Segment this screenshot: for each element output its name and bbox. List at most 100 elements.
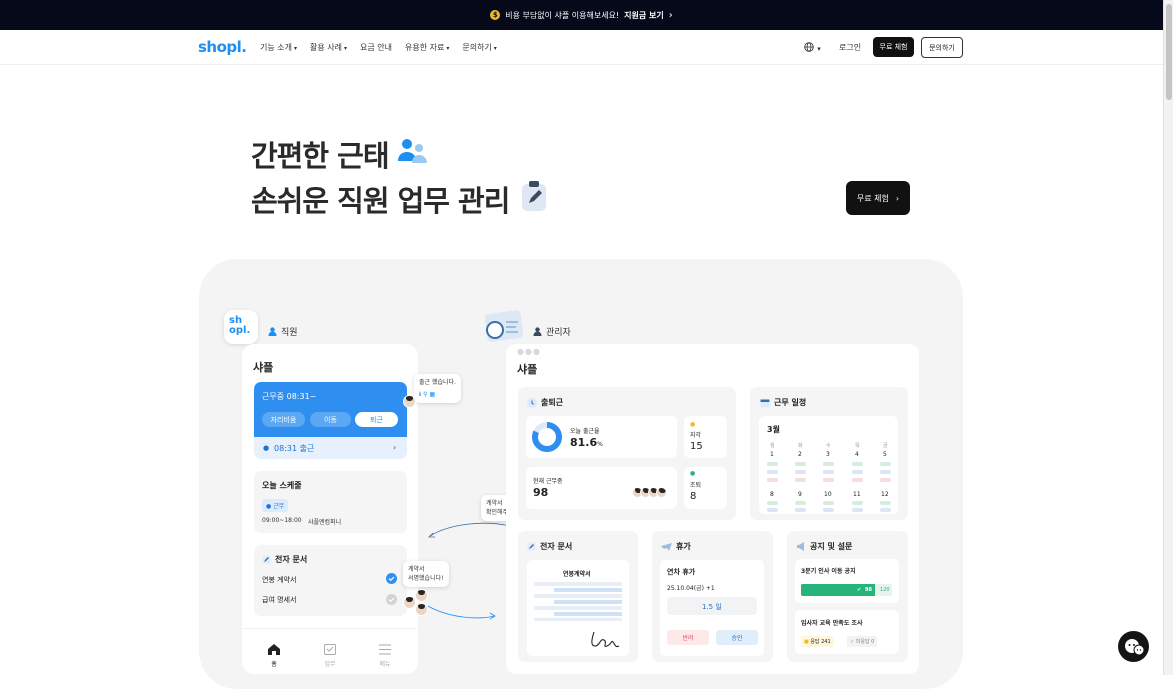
checklist-icon — [324, 644, 336, 655]
nav-item-contact[interactable]: 문의하기 ▾ — [462, 42, 496, 53]
weekday: 금 — [883, 443, 888, 449]
calendar-day[interactable]: 11 — [853, 491, 861, 498]
survey-title: 임사자 교육 만족도 조사 — [801, 620, 863, 627]
notice-title: 공지 및 설문 — [810, 542, 853, 551]
shift-bar — [852, 508, 863, 512]
approve-button[interactable]: 승인 — [716, 630, 758, 645]
survey-item — [795, 610, 899, 654]
check-circle-icon — [386, 594, 397, 605]
navbar — [0, 30, 1163, 65]
doc-item-payslip[interactable]: 급여 명세서 — [262, 595, 296, 605]
tab-work-label: 업무 — [324, 661, 336, 668]
caret-down-icon: ▾ — [446, 45, 450, 52]
early-count: 8 — [690, 491, 697, 502]
hero-trial-label: 무료 체험 — [856, 193, 889, 203]
nav-item-label: 기능 소개 — [260, 43, 292, 52]
signature-icon — [591, 631, 620, 648]
calendar-day[interactable]: 8 — [770, 491, 774, 498]
response-icon: ■ — [804, 639, 809, 645]
doc-item-contract[interactable]: 연봉 계약서 — [262, 575, 296, 585]
promo-link[interactable]: 지원금 보기 — [624, 10, 664, 21]
shift-bar — [880, 508, 891, 512]
nav-item-cases[interactable]: 활용 사례 ▾ — [310, 42, 347, 53]
login-link[interactable]: 로그인 — [839, 42, 861, 53]
chat-bubble-icon — [1124, 638, 1144, 655]
weekday: 수 — [826, 443, 831, 449]
undone-badge: ✓ 미응답 0 — [847, 636, 878, 647]
language-selector[interactable]: ▾ — [804, 42, 821, 54]
move-button[interactable]: 이동 — [310, 412, 351, 427]
bubble-text: 출근 했습니다. — [419, 379, 456, 386]
caret-down-icon: ▾ — [343, 45, 347, 52]
nav-item-label: 요금 안내 — [360, 43, 392, 52]
checkin-time: 08:31 출근 — [274, 444, 315, 453]
avatar — [403, 395, 416, 408]
shift-bar — [852, 462, 863, 466]
away-button[interactable]: 자리비움 — [262, 412, 305, 427]
shift-bar — [852, 478, 863, 482]
document-pen-icon — [527, 542, 536, 551]
shift-bar — [795, 462, 806, 466]
check-circle-icon — [386, 573, 397, 584]
scrollbar[interactable] — [1163, 0, 1173, 675]
chevron-right-icon: › — [668, 9, 673, 21]
globe-icon — [804, 42, 814, 52]
total-count: 120 — [880, 587, 890, 593]
caret-down-icon: ▾ — [293, 45, 297, 52]
bubble-icons: ℹ ⚲ ▦ — [419, 391, 436, 398]
calendar-day[interactable]: 12 — [881, 491, 889, 498]
response-badge: ■ 응답 241 — [801, 636, 834, 647]
avatar — [403, 596, 416, 609]
early-label: 조퇴 — [690, 482, 702, 489]
hero-trial-button[interactable]: 무료 체험 › — [846, 181, 910, 215]
tab-home[interactable]: 홈 — [268, 640, 280, 668]
employee-app-title: 샤플 — [253, 361, 274, 374]
calendar-day[interactable]: 9 — [798, 491, 802, 498]
caret-down-icon: ▾ — [493, 45, 497, 52]
schedule-title-row: 근무 일정 — [760, 397, 806, 408]
avatar — [656, 487, 667, 498]
document-pen-icon — [262, 555, 271, 564]
logo[interactable]: shopl. — [198, 38, 247, 56]
promo-banner[interactable]: $ 비용 부담없이 샤플 이용해보세요! 지원금 보기 › — [0, 0, 1163, 30]
shift-bar — [823, 470, 834, 474]
scrollbar-thumb[interactable] — [1166, 4, 1172, 100]
window-dots: ●●● — [517, 347, 541, 356]
nav-item-pricing[interactable]: 요금 안내 — [360, 42, 392, 53]
trial-button[interactable]: 무료 체험 — [873, 37, 914, 57]
checkin-bubble: 출근 했습니다. ℹ ⚲ ▦ — [414, 374, 461, 403]
nav-item-label: 유용한 자료 — [404, 43, 445, 52]
chat-button[interactable] — [1118, 631, 1149, 662]
nav-item-features[interactable]: 기능 소개 ▾ — [260, 42, 297, 53]
nav-item-resources[interactable]: 유용한 자료 ▾ — [405, 42, 449, 53]
calendar-day[interactable]: 4 — [855, 451, 859, 458]
calendar-month: 3월 — [767, 425, 780, 434]
edoc-title: 전자 문서 — [275, 555, 308, 564]
shift-bar — [767, 501, 778, 505]
calendar-day[interactable]: 2 — [798, 451, 802, 458]
calendar-day[interactable]: 10 — [824, 491, 832, 498]
inquiry-button[interactable]: 문의하기 — [921, 37, 963, 58]
weekday: 월 — [770, 443, 775, 449]
admin-edoc-title-row: 전자 문서 — [527, 541, 572, 552]
work-status-text: 근무중 08:31~ — [262, 392, 317, 401]
home-icon — [268, 644, 280, 655]
reject-button[interactable]: 반려 — [667, 630, 709, 645]
calendar-day[interactable]: 1 — [770, 451, 774, 458]
shift-bar — [795, 501, 806, 505]
tab-menu[interactable]: 메뉴 — [379, 640, 391, 668]
shift-bar — [767, 508, 778, 512]
late-label: 지각 — [690, 432, 702, 439]
shift-bar — [767, 462, 778, 466]
shift-bar — [880, 470, 891, 474]
shift-bar — [823, 508, 834, 512]
admin-edoc-title: 전자 문서 — [540, 542, 573, 551]
coin-icon: $ — [490, 10, 501, 20]
tab-work[interactable]: 업무 — [324, 640, 336, 668]
calendar-day[interactable]: 5 — [883, 451, 887, 458]
calendar-day[interactable]: 3 — [826, 451, 830, 458]
caret-down-icon: ▾ — [817, 45, 821, 53]
read-count: 98 — [865, 587, 872, 593]
hero-title-line1: 간편한 근태 — [251, 139, 389, 173]
checkout-button[interactable]: 퇴근 — [355, 412, 398, 427]
